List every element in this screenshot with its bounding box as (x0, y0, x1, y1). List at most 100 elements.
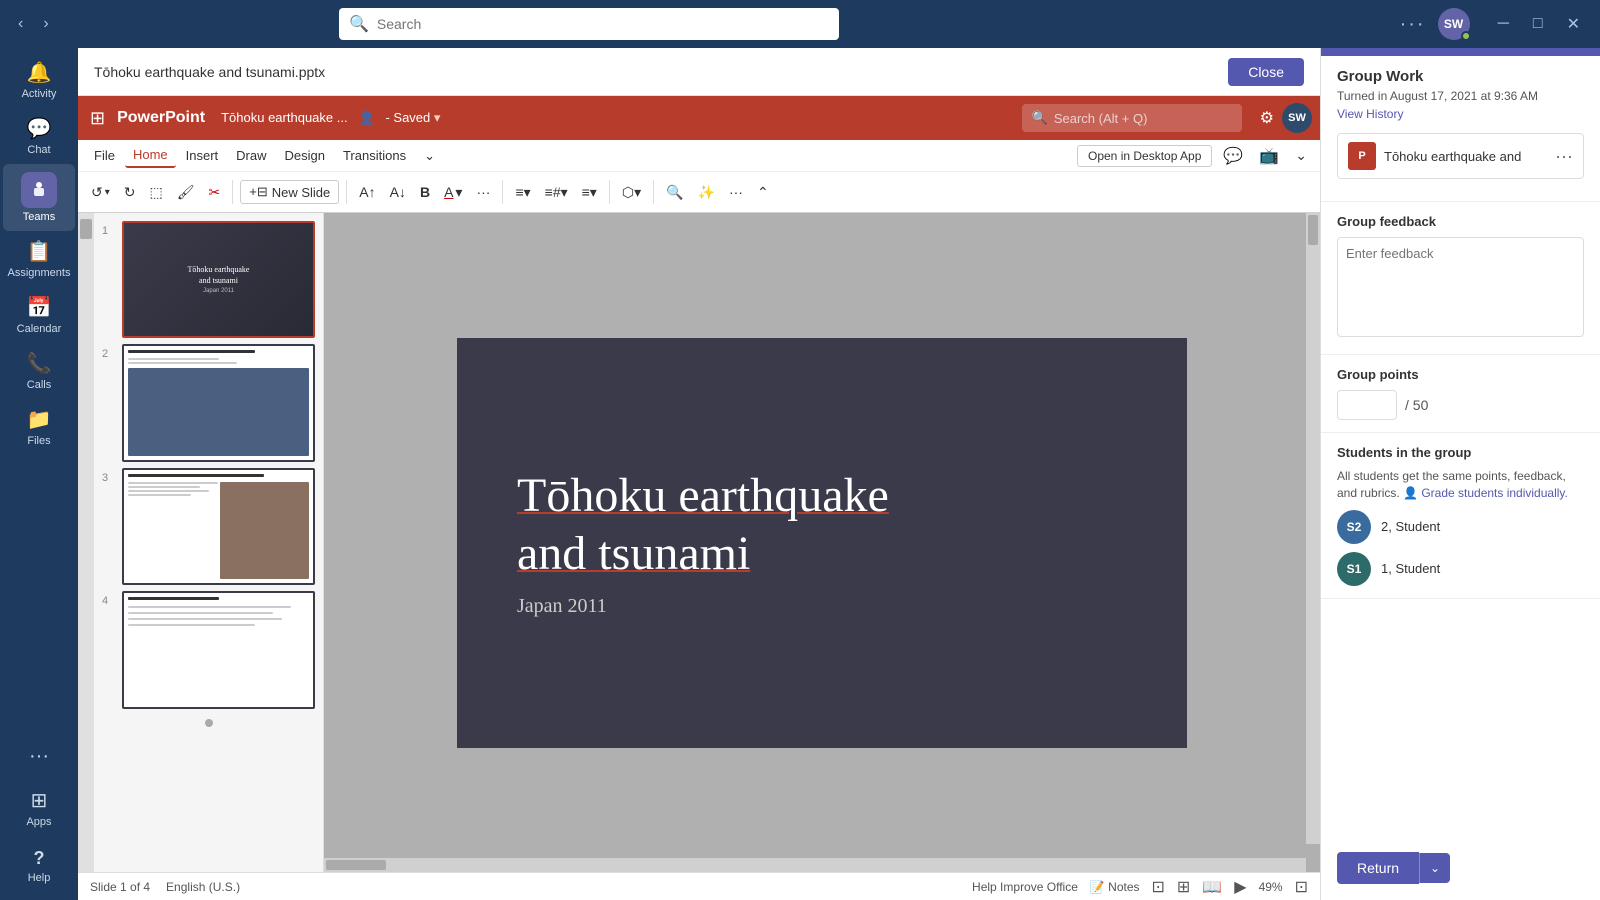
menu-transitions[interactable]: Transitions (335, 144, 414, 167)
nav-back-button[interactable]: ‹ (12, 11, 29, 37)
view-history-link[interactable]: View History (1337, 107, 1403, 121)
slide-img-1: Tōhoku earthquakeand tsunami Japan 2011 (122, 221, 315, 338)
sidebar-item-teams[interactable]: Teams (3, 164, 75, 231)
points-section: Group points / 50 (1321, 355, 1600, 433)
sidebar-item-apps[interactable]: ⊞ Apps (3, 780, 75, 836)
ribbon-collapse-button[interactable]: ⌃ (752, 180, 774, 205)
shapes-button[interactable]: ⬡▾ (617, 180, 646, 205)
language-info: English (U.S.) (166, 880, 240, 894)
menu-file[interactable]: File (86, 144, 123, 167)
font-size-down-button[interactable]: A↓ (385, 180, 411, 204)
file-name-text: Tōhoku earthquake and (1384, 149, 1547, 164)
cut-button[interactable]: ✂ (204, 180, 226, 205)
numbered-list-button[interactable]: ≡#▾ (540, 180, 573, 205)
sidebar-item-activity[interactable]: 🔔 Activity (3, 52, 75, 108)
sidebar-item-more[interactable]: ··· (3, 737, 75, 776)
slide-thumb-3[interactable]: 3 (102, 468, 315, 585)
undo-button[interactable]: ↺▾ (86, 180, 115, 205)
nav-forward-button[interactable]: › (37, 11, 54, 37)
menu-insert[interactable]: Insert (178, 144, 227, 167)
notes-button[interactable]: 📝 Notes (1090, 880, 1140, 894)
ppt-avatar[interactable]: SW (1282, 103, 1312, 133)
search-icon: 🔍 (349, 14, 369, 34)
waffle-icon[interactable]: ⊞ (86, 104, 109, 133)
slide-info: Slide 1 of 4 (90, 880, 150, 894)
file-attachment[interactable]: P Tōhoku earthquake and ··· (1337, 133, 1584, 179)
slide-thumb-1[interactable]: 1 Tōhoku earthquakeand tsunami Japan 201… (102, 221, 315, 338)
slide-thumb-4[interactable]: 4 (102, 591, 315, 708)
maximize-button[interactable]: □ (1525, 10, 1551, 38)
redo-button[interactable]: ↻ (119, 180, 141, 205)
ppt-search-icon: 🔍 (1032, 110, 1048, 126)
more-options-button[interactable]: ··· (1400, 13, 1426, 36)
open-desktop-button[interactable]: Open in Desktop App (1077, 145, 1212, 167)
slide-thumb-2[interactable]: 2 (102, 344, 315, 461)
search-input[interactable] (377, 16, 829, 32)
font-size-up-button[interactable]: A↑ (354, 180, 380, 204)
menu-design[interactable]: Design (277, 144, 333, 167)
comment-button[interactable]: 💬 (1218, 142, 1248, 170)
sidebar-item-chat[interactable]: 💬 Chat (3, 108, 75, 164)
format-painter-button[interactable]: 🖌 (172, 180, 200, 205)
menu-draw[interactable]: Draw (228, 144, 274, 167)
slide-subtitle: Japan 2011 (517, 595, 607, 618)
zoom-level: 49% (1259, 880, 1283, 894)
close-file-button[interactable]: Close (1228, 58, 1304, 86)
slide-sorter-button[interactable]: ⊞ (1177, 877, 1190, 897)
close-button[interactable]: ✕ (1559, 10, 1588, 38)
avatar[interactable]: SW (1438, 8, 1470, 40)
collab-icon: 👤 (358, 110, 374, 125)
canvas-scrollbar-h[interactable] (324, 858, 1306, 872)
menu-home[interactable]: Home (125, 143, 176, 168)
menu-more-chevron[interactable]: ⌄ (416, 144, 443, 168)
minimize-button[interactable]: ─ (1490, 10, 1517, 38)
feedback-textarea[interactable] (1337, 237, 1584, 337)
main-layout: 🔔 Activity 💬 Chat Teams 📋 Assignments 📅 … (0, 48, 1600, 900)
more-toolbar2-button[interactable]: ··· (724, 180, 748, 204)
sidebar-item-files[interactable]: 📁 Files (3, 399, 75, 455)
ppt-toolbar: ↺▾ ↻ ⬚ 🖌 ✂ +⊟ New Slide A↑ A↓ B A▾ (78, 172, 1320, 212)
copy-button[interactable]: ⬚ (145, 180, 168, 205)
student-row-s2: S2 2, Student (1337, 510, 1584, 544)
ppt-search-bar[interactable]: 🔍 (1022, 104, 1242, 132)
sidebar-item-calls[interactable]: 📞 Calls (3, 343, 75, 399)
reading-view-button[interactable]: 📖 (1202, 877, 1222, 897)
vertical-scrollbar-top[interactable] (78, 213, 94, 872)
present-button[interactable]: 📺 (1254, 142, 1284, 170)
points-input[interactable] (1337, 390, 1397, 420)
ppt-search-input[interactable] (1054, 111, 1232, 126)
grade-individually-link[interactable]: Grade students individually. (1421, 486, 1568, 500)
bullets-button[interactable]: ≡▾ (510, 180, 535, 205)
search-bar[interactable]: 🔍 (339, 8, 839, 40)
slide-canvas-area[interactable]: Tōhoku earthquakeand tsunami Japan 2011 (324, 213, 1320, 872)
assignments-icon: 📋 (27, 239, 52, 264)
canvas-scrollbar-v[interactable] (1306, 213, 1320, 844)
design-ideas-button[interactable]: ✨ (693, 180, 720, 205)
zoom-fit-button[interactable]: ⊡ (1295, 877, 1308, 897)
align-button[interactable]: ≡▾ (577, 180, 602, 205)
return-chevron-button[interactable]: ⌄ (1419, 853, 1450, 883)
present-chevron[interactable]: ⌄ (1290, 143, 1312, 168)
more-toolbar-button[interactable]: ··· (471, 180, 495, 204)
present-view-button[interactable]: ▶ (1234, 877, 1246, 897)
slide-preview-3 (124, 470, 313, 583)
font-color-button[interactable]: A▾ (439, 180, 467, 205)
new-slide-button[interactable]: +⊟ New Slide (240, 180, 339, 204)
bold-button[interactable]: B (415, 180, 435, 204)
file-more-button[interactable]: ··· (1555, 146, 1573, 167)
normal-view-button[interactable]: ⊡ (1152, 877, 1165, 897)
sidebar-item-calendar[interactable]: 📅 Calendar (3, 287, 75, 343)
sidebar-item-assignments[interactable]: 📋 Assignments (3, 231, 75, 287)
return-button[interactable]: Return (1337, 852, 1419, 884)
chat-icon: 💬 (27, 116, 52, 141)
toolbar-sep-5 (653, 180, 654, 204)
ppt-settings-icon[interactable]: ⚙ (1260, 108, 1274, 128)
slide-panel-scrollbar[interactable] (102, 719, 315, 727)
help-improve-text[interactable]: Help Improve Office (972, 880, 1078, 894)
grade-icon: 👤 (1403, 486, 1421, 500)
calls-icon: 📞 (27, 351, 52, 376)
find-button[interactable]: 🔍 (661, 180, 688, 205)
top-bar-right: ··· SW ─ □ ✕ (1400, 8, 1588, 40)
calendar-icon: 📅 (27, 295, 52, 320)
sidebar-item-help[interactable]: ? Help (3, 840, 75, 892)
